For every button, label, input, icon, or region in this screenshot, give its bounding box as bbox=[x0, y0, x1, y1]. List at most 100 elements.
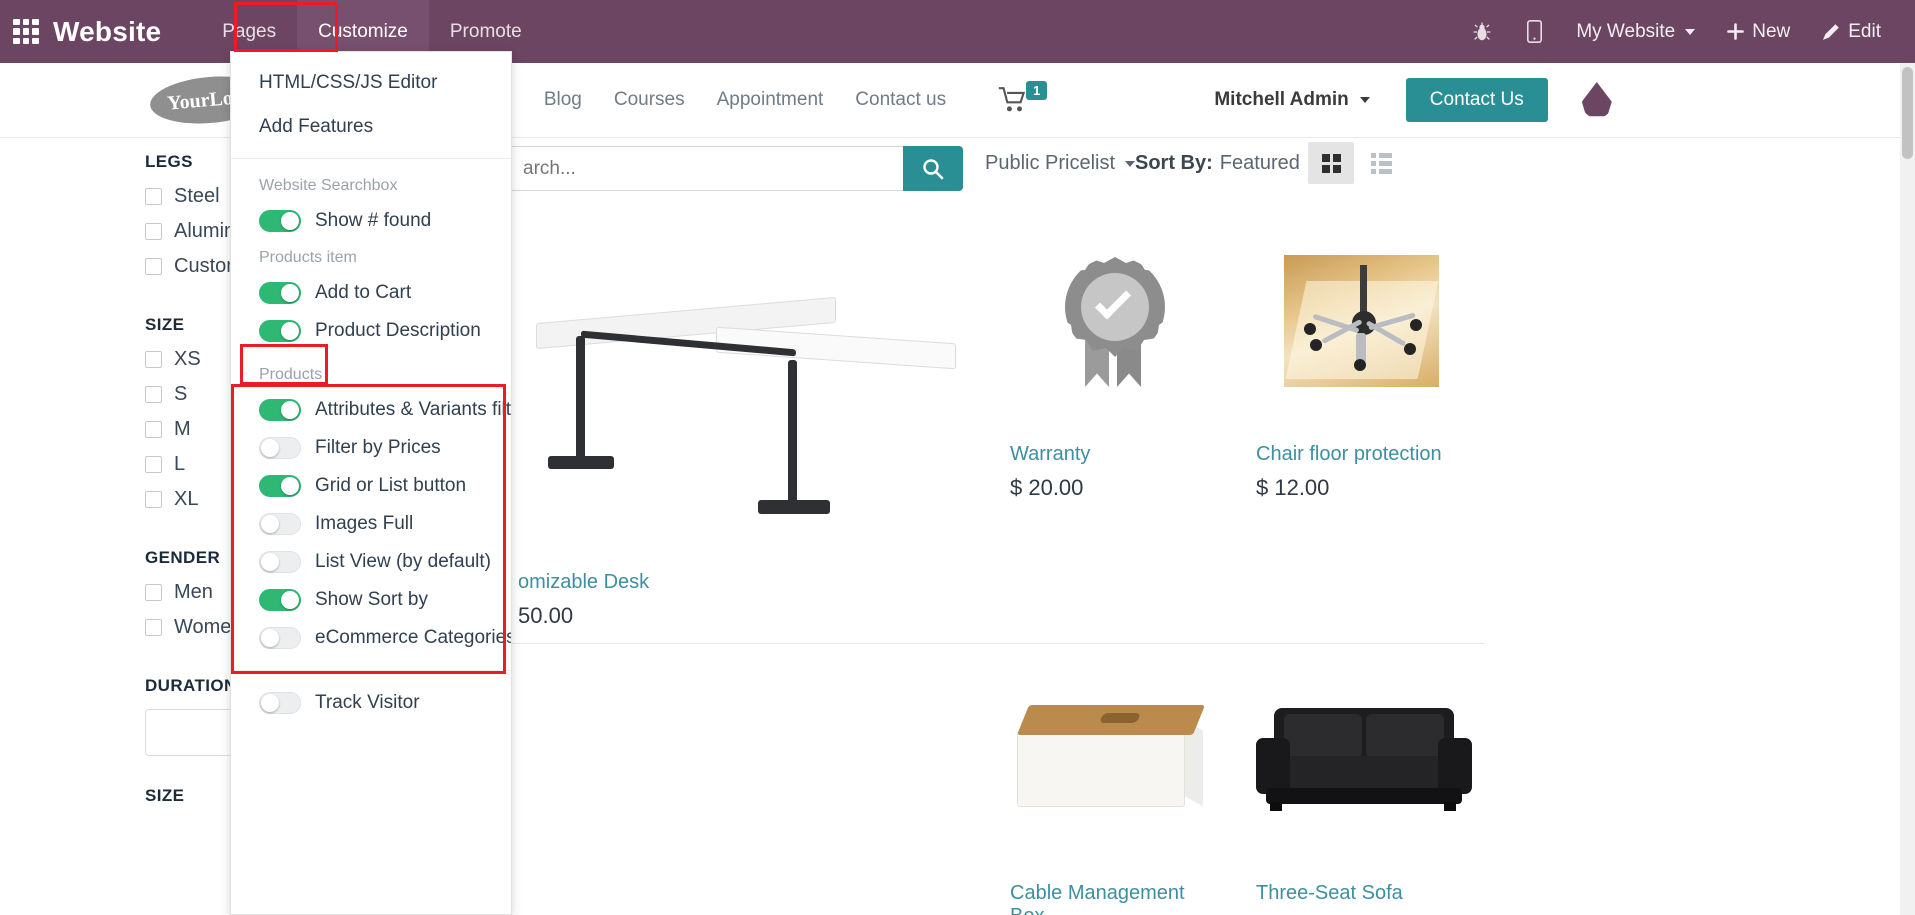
mobile-preview-icon[interactable] bbox=[1509, 0, 1560, 63]
contact-us-button[interactable]: Contact Us bbox=[1405, 78, 1548, 122]
checkbox-icon[interactable] bbox=[145, 491, 162, 508]
scrollbar-thumb[interactable] bbox=[1902, 67, 1913, 159]
toggle-attributes-variants-filters[interactable]: Attributes & Variants filters bbox=[231, 391, 511, 429]
search-submit-button[interactable] bbox=[903, 146, 963, 191]
toggle-switch-icon[interactable] bbox=[259, 437, 301, 459]
cable-box-image bbox=[1016, 705, 1213, 815]
site-nav-item-4[interactable]: Contact us bbox=[839, 89, 962, 111]
view-toggle-group bbox=[1308, 142, 1404, 184]
product-image bbox=[1010, 644, 1220, 876]
product-image bbox=[1256, 205, 1466, 437]
product-name[interactable]: Warranty bbox=[1010, 443, 1220, 466]
site-nav-item-3[interactable]: Appointment bbox=[701, 89, 840, 111]
page-scrollbar[interactable] bbox=[1900, 63, 1915, 915]
bug-icon[interactable] bbox=[1455, 0, 1509, 63]
site-selector[interactable]: My Website bbox=[1560, 0, 1711, 63]
toggle-label: Show Sort by bbox=[315, 589, 428, 610]
toggle-product-description[interactable]: Product Description bbox=[231, 312, 511, 350]
toggle-switch-icon[interactable] bbox=[259, 210, 301, 232]
toggle-list-view-by-default[interactable]: List View (by default) bbox=[231, 543, 511, 581]
grid-view-button[interactable] bbox=[1308, 142, 1354, 184]
toggle-filter-by-prices[interactable]: Filter by Prices bbox=[231, 429, 511, 467]
new-button-label: New bbox=[1752, 20, 1791, 42]
product-name[interactable]: omizable Desk bbox=[518, 571, 974, 594]
checkbox-icon[interactable] bbox=[145, 456, 162, 473]
chair-floor-mat-image bbox=[1283, 255, 1439, 387]
toggle-switch-icon[interactable] bbox=[259, 627, 301, 649]
pricelist-dropdown[interactable]: Public Pricelist bbox=[985, 152, 1136, 175]
cart-button[interactable]: 1 bbox=[998, 80, 1049, 113]
toggle-switch-icon[interactable] bbox=[259, 475, 301, 497]
toggle-switch-icon[interactable] bbox=[259, 282, 301, 304]
toggle-switch-icon[interactable] bbox=[259, 320, 301, 342]
toggle-add-to-cart[interactable]: Add to Cart bbox=[231, 274, 511, 312]
toggle-show-number-found[interactable]: Show # found bbox=[231, 202, 511, 240]
toggle-label: Attributes & Variants filters bbox=[315, 399, 512, 420]
toggle-switch-icon[interactable] bbox=[259, 513, 301, 535]
user-menu[interactable]: Mitchell Admin bbox=[1214, 89, 1370, 111]
product-grid: omizable Desk 50.00 Warranty $ 20.00 Cha… bbox=[500, 205, 1900, 915]
pencil-icon bbox=[1823, 23, 1840, 40]
customize-dropdown-menu: HTML/CSS/JS Editor Add Features Website … bbox=[230, 51, 512, 915]
toggle-switch-icon[interactable] bbox=[259, 589, 301, 611]
toggle-switch-icon[interactable] bbox=[259, 692, 301, 714]
toggle-label: Product Description bbox=[315, 320, 481, 341]
toggle-switch-icon[interactable] bbox=[259, 399, 301, 421]
checkbox-icon[interactable] bbox=[145, 223, 162, 240]
list-view-button[interactable] bbox=[1358, 142, 1404, 184]
cart-icon bbox=[998, 87, 1026, 112]
product-row-2: Cable Management Box $ 100.00 bbox=[500, 644, 1900, 915]
toggle-ecommerce-categories[interactable]: eCommerce Categories bbox=[231, 619, 511, 657]
checkbox-icon[interactable] bbox=[145, 619, 162, 636]
filter-option-label: S bbox=[174, 383, 188, 405]
checkbox-icon[interactable] bbox=[145, 584, 162, 601]
product-card-warranty[interactable]: Warranty $ 20.00 bbox=[992, 205, 1238, 644]
product-name[interactable]: Chair floor protection bbox=[1256, 443, 1466, 466]
toggle-label: List View (by default) bbox=[315, 551, 492, 572]
search-input[interactable] bbox=[508, 146, 903, 191]
apps-menu-icon[interactable] bbox=[13, 18, 39, 45]
toggle-show-sort-by[interactable]: Show Sort by bbox=[231, 581, 511, 619]
checkbox-icon[interactable] bbox=[145, 386, 162, 403]
checkbox-icon[interactable] bbox=[145, 258, 162, 275]
toggle-label: Images Full bbox=[315, 513, 414, 534]
menu-divider bbox=[231, 158, 511, 159]
new-button[interactable]: New bbox=[1711, 0, 1806, 63]
product-name[interactable]: Cable Management Box bbox=[1010, 882, 1220, 915]
product-price: $ 12.00 bbox=[1256, 475, 1330, 500]
edit-button[interactable]: Edit bbox=[1806, 0, 1897, 63]
checkbox-icon[interactable] bbox=[145, 188, 162, 205]
site-nav-item-2[interactable]: Courses bbox=[598, 89, 701, 111]
filter-option-label: M bbox=[174, 418, 191, 440]
backend-toolbar-right: My Website New Edit bbox=[1455, 0, 1915, 63]
product-card-chair-floor-protection[interactable]: Chair floor protection $ 12.00 bbox=[1238, 205, 1484, 644]
filter-option-label: L bbox=[174, 453, 186, 475]
checkbox-icon[interactable] bbox=[145, 421, 162, 438]
checkbox-icon[interactable] bbox=[145, 351, 162, 368]
filter-option-label: Steel bbox=[174, 185, 220, 207]
product-card-three-seat-sofa[interactable]: Three-Seat Sofa $ 1,500.00 bbox=[1238, 644, 1484, 915]
toggle-images-full[interactable]: Images Full bbox=[231, 505, 511, 543]
product-price: $ 20.00 bbox=[1010, 475, 1084, 500]
product-card-customizable-desk[interactable]: omizable Desk 50.00 bbox=[500, 205, 992, 644]
user-menu-label: Mitchell Admin bbox=[1214, 89, 1349, 110]
menu-item-html-css-js-editor[interactable]: HTML/CSS/JS Editor bbox=[231, 61, 511, 105]
menu-group-products-item: Products item bbox=[259, 249, 357, 266]
plus-icon bbox=[1727, 23, 1745, 40]
app-name[interactable]: Website bbox=[53, 16, 161, 48]
toggle-track-visitor[interactable]: Track Visitor bbox=[231, 684, 511, 722]
filter-option-label: XL bbox=[174, 488, 199, 510]
site-nav-item-1[interactable]: Blog bbox=[528, 89, 598, 111]
grid-view-icon bbox=[1321, 153, 1341, 173]
toggle-switch-icon[interactable] bbox=[259, 551, 301, 573]
chevron-down-icon bbox=[1125, 160, 1136, 167]
menu-item-add-features[interactable]: Add Features bbox=[231, 105, 511, 149]
drop-ornament-icon[interactable] bbox=[1581, 82, 1612, 117]
product-card-cable-management-box[interactable]: Cable Management Box $ 100.00 bbox=[992, 644, 1238, 915]
sort-by-dropdown[interactable]: Sort By: Featured bbox=[1135, 152, 1319, 175]
menu-group-website-searchbox: Website Searchbox bbox=[259, 177, 398, 194]
toggle-grid-or-list-button[interactable]: Grid or List button bbox=[231, 467, 511, 505]
toggle-label: Grid or List button bbox=[315, 475, 467, 496]
product-name[interactable]: Three-Seat Sofa bbox=[1256, 882, 1466, 905]
desk-image bbox=[536, 280, 956, 514]
